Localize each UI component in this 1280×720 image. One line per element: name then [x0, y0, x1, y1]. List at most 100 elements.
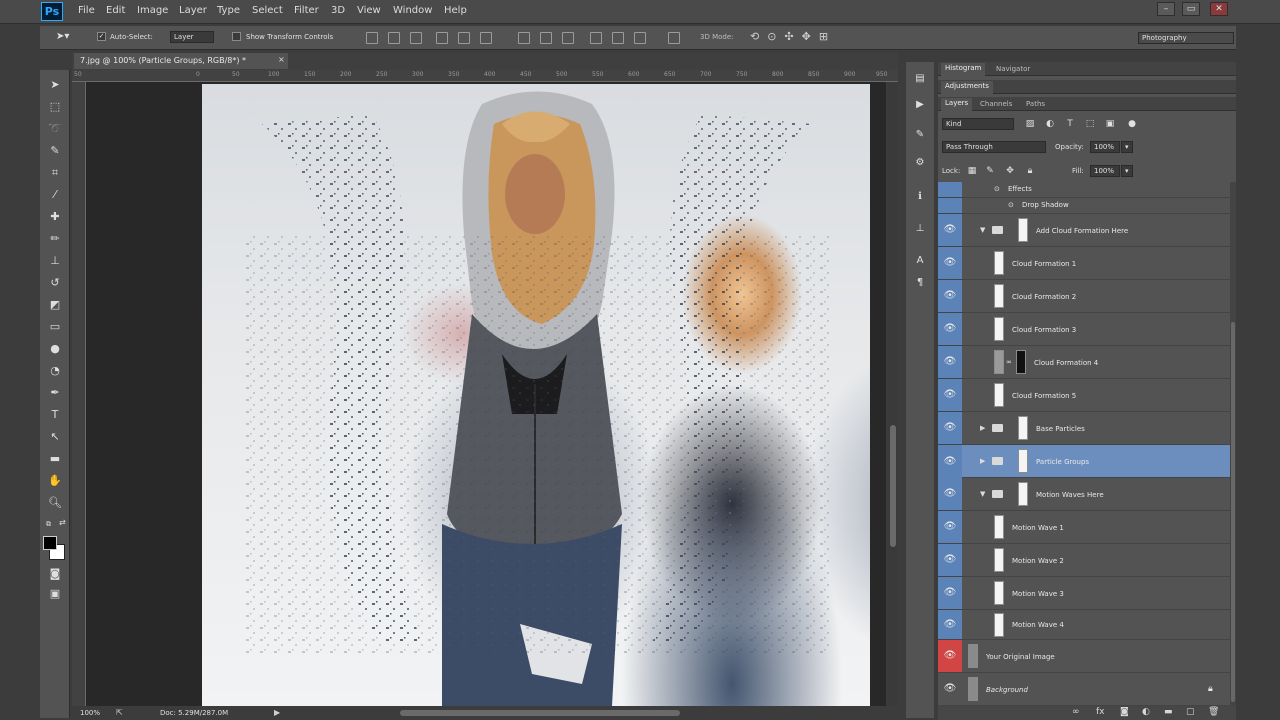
- properties-panel-icon[interactable]: ⚙: [913, 156, 927, 170]
- effect-visibility-icon[interactable]: ⊙: [1008, 201, 1014, 209]
- export-icon[interactable]: ⇱: [116, 708, 123, 717]
- layer-filter-kind-dropdown[interactable]: Kind: [942, 118, 1014, 130]
- new-adjustment-icon[interactable]: ◐: [1142, 707, 1150, 717]
- gradient-tool-icon[interactable]: ▭: [46, 318, 64, 336]
- delete-layer-icon[interactable]: 🗑︎: [1208, 707, 1219, 717]
- healing-tool-icon[interactable]: ✚: [46, 208, 64, 226]
- layer-row-masked[interactable]: 👁︎ ∞ Cloud Formation 4: [938, 346, 1230, 379]
- layer-mask-thumbnail[interactable]: [1016, 350, 1026, 374]
- layer-row[interactable]: 👁︎ Motion Wave 2: [938, 544, 1230, 577]
- eye-icon[interactable]: 👁︎: [938, 587, 962, 598]
- menu-type[interactable]: Type: [217, 5, 240, 16]
- dodge-tool-icon[interactable]: ◔: [46, 362, 64, 380]
- eye-icon[interactable]: 👁︎: [938, 650, 962, 661]
- new-group-icon[interactable]: ▬: [1164, 707, 1173, 717]
- zoom-level[interactable]: 100%: [80, 709, 100, 717]
- opacity-slider-button[interactable]: ▾: [1121, 141, 1133, 153]
- horizontal-scroll-thumb[interactable]: [400, 710, 680, 716]
- layer-row[interactable]: 👁︎ Motion Wave 3: [938, 577, 1230, 610]
- layer-row-group[interactable]: 👁︎ ▼ Motion Waves Here: [938, 478, 1230, 511]
- shape-tool-icon[interactable]: ▬: [46, 450, 64, 468]
- align-top-icon[interactable]: [366, 32, 378, 44]
- clone-stamp-tool-icon[interactable]: ⊥: [46, 252, 64, 270]
- type-tool-icon[interactable]: T: [46, 406, 64, 424]
- fx-icon[interactable]: fx: [1096, 707, 1105, 717]
- eye-icon[interactable]: 👁︎: [938, 356, 962, 367]
- align-bottom-icon[interactable]: [410, 32, 422, 44]
- add-mask-icon[interactable]: ◙: [1120, 707, 1129, 717]
- filter-adjustment-icon[interactable]: ◐: [1044, 118, 1056, 130]
- vertical-scroll-thumb[interactable]: [890, 425, 896, 547]
- styles-panel-icon[interactable]: ⊥: [913, 222, 927, 236]
- tab-layers[interactable]: Layers: [941, 98, 973, 111]
- brush-tool-icon[interactable]: ✏: [46, 230, 64, 248]
- close-button[interactable]: ✕: [1210, 2, 1228, 16]
- marquee-tool-icon[interactable]: ⬚: [46, 98, 64, 116]
- menu-layer[interactable]: Layer: [179, 5, 207, 16]
- pen-tool-icon[interactable]: ✒: [46, 384, 64, 402]
- eye-icon[interactable]: 👁︎: [938, 290, 962, 301]
- eye-icon[interactable]: 👁︎: [938, 257, 962, 268]
- align-left-icon[interactable]: [436, 32, 448, 44]
- expand-arrow-icon[interactable]: ▼: [980, 490, 985, 498]
- expand-arrow-icon[interactable]: ▼: [980, 226, 985, 234]
- zoom-tool-icon[interactable]: 🔍︎: [46, 494, 64, 512]
- crop-tool-icon[interactable]: ⌗: [46, 164, 64, 182]
- lock-all-icon[interactable]: 🔒︎: [1024, 165, 1036, 177]
- layer-row[interactable]: 👁︎ Cloud Formation 2: [938, 280, 1230, 313]
- screen-mode-icon[interactable]: ▣: [46, 585, 64, 603]
- eye-icon[interactable]: 👁︎: [938, 619, 962, 630]
- tab-paths[interactable]: Paths: [1022, 99, 1049, 109]
- minimize-button[interactable]: –: [1157, 2, 1175, 16]
- vertical-scrollbar[interactable]: [888, 82, 898, 706]
- tab-adjustments[interactable]: Adjustments: [941, 81, 993, 94]
- eye-icon[interactable]: 👁︎: [938, 683, 962, 694]
- tab-navigator[interactable]: Navigator: [992, 64, 1034, 74]
- menu-3d[interactable]: 3D: [331, 5, 345, 16]
- menu-window[interactable]: Window: [393, 5, 432, 16]
- auto-align-icon[interactable]: [668, 32, 680, 44]
- layer-row-original[interactable]: 👁︎ Your Original Image: [938, 640, 1230, 673]
- actions-panel-icon[interactable]: ▶: [913, 98, 927, 112]
- menu-image[interactable]: Image: [137, 5, 168, 16]
- swap-colors-icon[interactable]: ⇄: [59, 518, 66, 527]
- filter-type-icon[interactable]: T: [1064, 118, 1076, 130]
- status-menu-arrow-icon[interactable]: ▶: [274, 708, 280, 717]
- align-hcenter-icon[interactable]: [458, 32, 470, 44]
- info-panel-icon[interactable]: ℹ: [913, 190, 927, 204]
- close-document-icon[interactable]: ×: [278, 55, 285, 64]
- layers-list[interactable]: ⊙ Effects ⊙ Drop Shadow 👁︎ ▼ Add Cloud F…: [938, 182, 1230, 706]
- align-right-icon[interactable]: [480, 32, 492, 44]
- layer-row[interactable]: 👁︎ Cloud Formation 3: [938, 313, 1230, 346]
- document-canvas-image[interactable]: [202, 84, 870, 706]
- eyedropper-tool-icon[interactable]: ⁄: [46, 186, 64, 204]
- align-vcenter-icon[interactable]: [388, 32, 400, 44]
- lock-position-icon[interactable]: ✥: [1004, 165, 1016, 177]
- tool-presets-icon[interactable]: ✎: [913, 128, 927, 142]
- eye-icon[interactable]: 👁︎: [938, 521, 962, 532]
- eye-icon[interactable]: 👁︎: [938, 389, 962, 400]
- filter-smart-object-icon[interactable]: ▣: [1104, 118, 1116, 130]
- layer-row-selected[interactable]: 👁︎ ▶ Particle Groups: [938, 445, 1230, 478]
- menu-select[interactable]: Select: [252, 5, 283, 16]
- tab-histogram[interactable]: Histogram: [941, 63, 986, 76]
- menu-file[interactable]: File: [78, 5, 95, 16]
- maximize-button[interactable]: ▭: [1182, 2, 1200, 16]
- new-layer-icon[interactable]: ▢: [1186, 707, 1195, 717]
- layer-row[interactable]: 👁︎ Cloud Formation 5: [938, 379, 1230, 412]
- menu-edit[interactable]: Edit: [106, 5, 125, 16]
- layer-row-group[interactable]: 👁︎ ▶ Base Particles: [938, 412, 1230, 445]
- layer-row-background[interactable]: 👁︎ Background 🔒︎: [938, 673, 1230, 706]
- paragraph-panel-icon[interactable]: ¶: [913, 276, 927, 290]
- menu-filter[interactable]: Filter: [294, 5, 319, 16]
- document-tab[interactable]: 7.jpg @ 100% (Particle Groups, RGB/8*) *: [74, 53, 288, 69]
- history-brush-tool-icon[interactable]: ↺: [46, 274, 64, 292]
- distribute-bottom-icon[interactable]: [562, 32, 574, 44]
- eye-icon[interactable]: 👁︎: [938, 224, 962, 235]
- filter-shape-icon[interactable]: ⬚: [1084, 118, 1096, 130]
- move-tool-preset-icon[interactable]: ➤▾: [56, 31, 69, 42]
- move-tool-icon[interactable]: ➤: [46, 76, 64, 94]
- fill-input[interactable]: 100%: [1090, 165, 1120, 177]
- lock-transparency-icon[interactable]: ▦: [966, 165, 978, 177]
- layers-scroll-thumb[interactable]: [1231, 322, 1235, 702]
